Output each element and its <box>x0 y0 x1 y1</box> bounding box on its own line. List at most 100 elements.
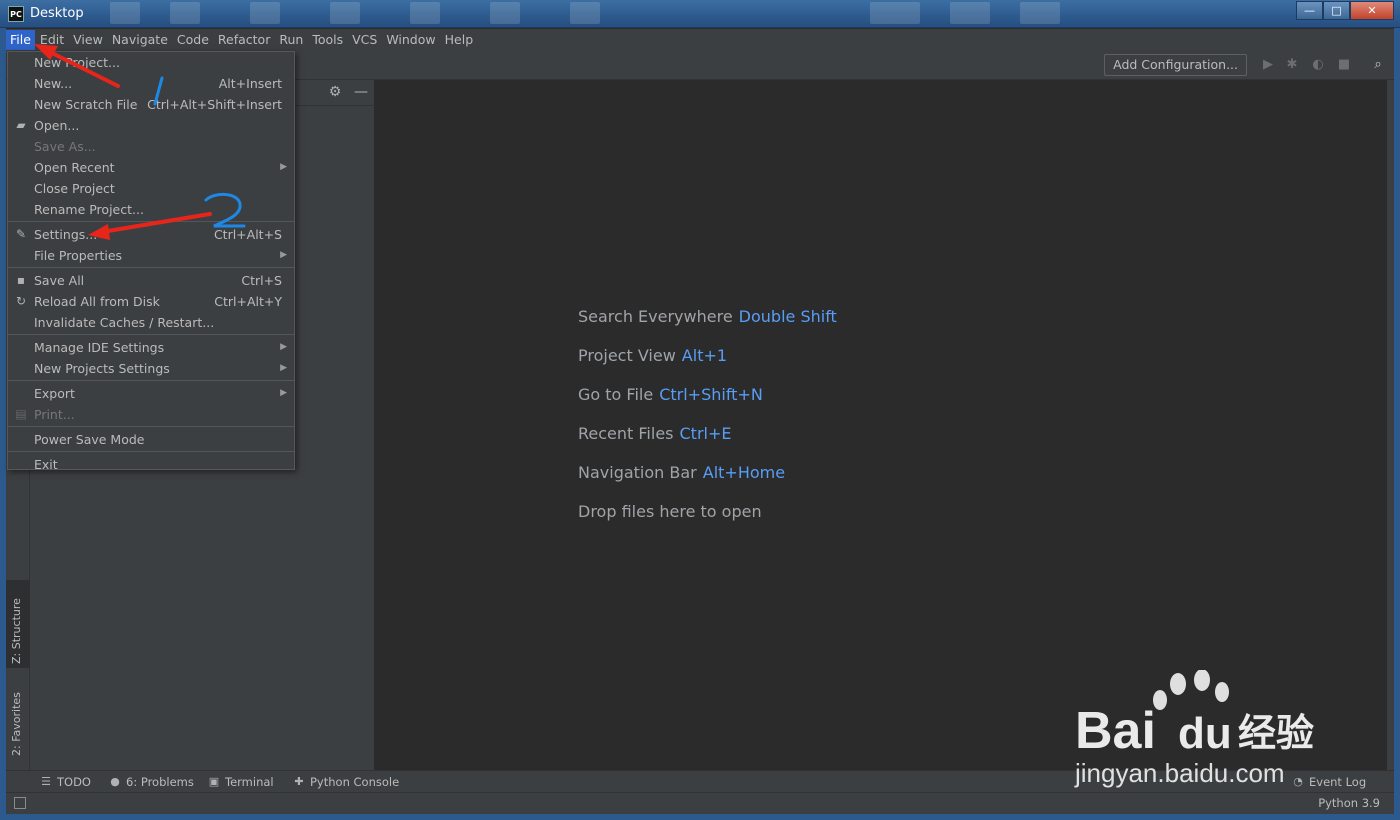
submenu-arrow-icon: ▶ <box>280 388 287 398</box>
maximize-button[interactable]: □ <box>1323 1 1350 20</box>
menu-view[interactable]: View <box>69 30 107 50</box>
menu-code[interactable]: Code <box>173 30 213 50</box>
menu-file-properties[interactable]: File Properties ▶ <box>8 245 294 266</box>
menu-item-label: Open Recent <box>34 160 115 175</box>
menu-rename-project[interactable]: Rename Project... <box>8 199 294 220</box>
menu-print[interactable]: ▤ Print... <box>8 404 294 425</box>
menu-settings[interactable]: ✎ Settings... Ctrl+Alt+S <box>8 224 294 245</box>
menu-new-scratch-file[interactable]: New Scratch File Ctrl+Alt+Shift+Insert <box>8 94 294 115</box>
terminal-icon: ▣ <box>208 775 220 788</box>
menu-close-project[interactable]: Close Project <box>8 178 294 199</box>
menu-item-label: Invalidate Caches / Restart... <box>34 315 215 330</box>
editor-hints: Search Everywhere Double Shift Project Vi… <box>578 306 837 540</box>
todo-tab-label: TODO <box>57 775 91 789</box>
menu-open[interactable]: ▰ Open... <box>8 115 294 136</box>
watermark-cn: 经验 <box>1238 711 1314 755</box>
hint-key[interactable]: Alt+Home <box>703 463 785 482</box>
run-icon[interactable]: ▶ <box>1260 57 1276 73</box>
submenu-arrow-icon: ▶ <box>280 363 287 373</box>
structure-tab-label: Z: Structure <box>10 598 23 664</box>
menu-power-save-mode[interactable]: Power Save Mode <box>8 429 294 450</box>
gear-icon[interactable]: ⚙ <box>327 84 343 100</box>
menu-new[interactable]: New... Alt+Insert <box>8 73 294 94</box>
menu-navigate[interactable]: Navigate <box>108 30 172 50</box>
problems-tab[interactable]: ● 6: Problems <box>109 774 194 790</box>
menu-bar: File Edit View Navigate Code Refactor Ru… <box>6 29 1394 51</box>
editor-empty-state: Search Everywhere Double Shift Project Vi… <box>375 80 1387 770</box>
file-menu-dropdown: New Project... New... Alt+Insert New Scr… <box>7 51 295 472</box>
reload-icon: ↻ <box>15 294 27 308</box>
python-console-tab[interactable]: ✚ Python Console <box>293 774 399 790</box>
menu-item-shortcut: Ctrl+Alt+S <box>213 227 282 242</box>
menu-open-recent[interactable]: Open Recent ▶ <box>8 157 294 178</box>
hint-project-view: Project View Alt+1 <box>578 345 837 384</box>
menu-vcs[interactable]: VCS <box>348 30 381 50</box>
hint-key[interactable]: Ctrl+Shift+N <box>659 385 763 404</box>
window-border-bottom <box>0 814 1400 820</box>
terminal-tab[interactable]: ▣ Terminal <box>208 774 274 790</box>
hint-key[interactable]: Alt+1 <box>682 346 727 365</box>
folder-icon: ▰ <box>16 118 26 132</box>
hint-label: Project View <box>578 346 676 365</box>
wrench-icon: ✎ <box>15 227 27 241</box>
favorites-tab[interactable]: 2: Favorites <box>6 678 30 760</box>
minimize-panel-icon[interactable]: — <box>353 84 369 100</box>
menu-save-all[interactable]: ▪ Save All Ctrl+S <box>8 270 294 291</box>
menu-reload-all-from-disk[interactable]: ↻ Reload All from Disk Ctrl+Alt+Y <box>8 291 294 312</box>
background-taskbar-thumbnails <box>110 0 1270 26</box>
menu-save-as[interactable]: Save As... <box>8 136 294 157</box>
menu-new-project[interactable]: New Project... <box>8 52 294 73</box>
hint-label: Recent Files <box>578 424 674 443</box>
menu-window[interactable]: Window <box>382 30 439 50</box>
menu-run[interactable]: Run <box>275 30 307 50</box>
window-controls: — □ ✕ <box>1296 1 1394 21</box>
menu-item-label: Close Project <box>34 181 115 196</box>
menu-item-label: Reload All from Disk <box>34 294 160 309</box>
menu-new-projects-settings[interactable]: New Projects Settings ▶ <box>8 358 294 379</box>
hint-drop-files: Drop files here to open <box>578 501 837 540</box>
menu-item-shortcut: Ctrl+Alt+Y <box>214 294 282 309</box>
hint-search-everywhere: Search Everywhere Double Shift <box>578 306 837 345</box>
menu-edit[interactable]: Edit <box>36 30 68 50</box>
debug-icon[interactable]: ✱ <box>1284 57 1300 73</box>
list-icon: ☰ <box>41 775 51 788</box>
python-interpreter[interactable]: Python 3.9 <box>1318 796 1380 810</box>
menu-invalidate-caches[interactable]: Invalidate Caches / Restart... <box>8 312 294 333</box>
menu-item-label: File Properties <box>34 248 123 263</box>
problems-tab-label: 6: Problems <box>126 775 194 789</box>
submenu-arrow-icon: ▶ <box>280 162 287 172</box>
add-configuration-button[interactable]: Add Configuration... <box>1104 54 1247 76</box>
submenu-arrow-icon: ▶ <box>280 342 287 352</box>
toggle-tool-windows-icon[interactable] <box>14 797 26 809</box>
print-icon: ▤ <box>15 407 27 421</box>
todo-tab[interactable]: ☰ TODO <box>40 774 91 790</box>
status-bar: Python 3.9 <box>6 792 1394 814</box>
menu-exit[interactable]: Exit <box>8 454 294 475</box>
menu-item-label: New Project... <box>34 55 120 70</box>
menu-manage-ide-settings[interactable]: Manage IDE Settings ▶ <box>8 337 294 358</box>
menu-item-label: Print... <box>34 407 75 422</box>
menu-item-label: Rename Project... <box>34 202 144 217</box>
search-icon[interactable]: ⌕ <box>1370 57 1386 73</box>
hint-key[interactable]: Ctrl+E <box>680 424 732 443</box>
menu-export[interactable]: Export ▶ <box>8 383 294 404</box>
menu-file[interactable]: File <box>6 30 35 50</box>
menu-item-label: Power Save Mode <box>34 432 145 447</box>
watermark-url: jingyan.baidu.com <box>1074 758 1285 788</box>
menu-item-label: Open... <box>34 118 80 133</box>
coverage-icon[interactable]: ◐ <box>1310 57 1326 73</box>
menu-help[interactable]: Help <box>441 30 478 50</box>
menu-refactor[interactable]: Refactor <box>214 30 274 50</box>
watermark-brand: Bai <box>1075 702 1156 760</box>
minimize-button[interactable]: — <box>1296 1 1323 20</box>
stop-icon[interactable]: ■ <box>1336 57 1352 73</box>
menu-tools[interactable]: Tools <box>308 30 347 50</box>
hint-label: Drop files here to open <box>578 502 762 521</box>
structure-tab[interactable]: Z: Structure <box>6 580 30 668</box>
right-tool-strip <box>1387 80 1394 770</box>
hint-label: Search Everywhere <box>578 307 733 326</box>
pycharm-logo-icon: PC <box>8 6 24 22</box>
hint-key[interactable]: Double Shift <box>739 307 837 326</box>
watermark-brand-suffix: du <box>1178 709 1232 758</box>
close-button[interactable]: ✕ <box>1350 1 1394 20</box>
